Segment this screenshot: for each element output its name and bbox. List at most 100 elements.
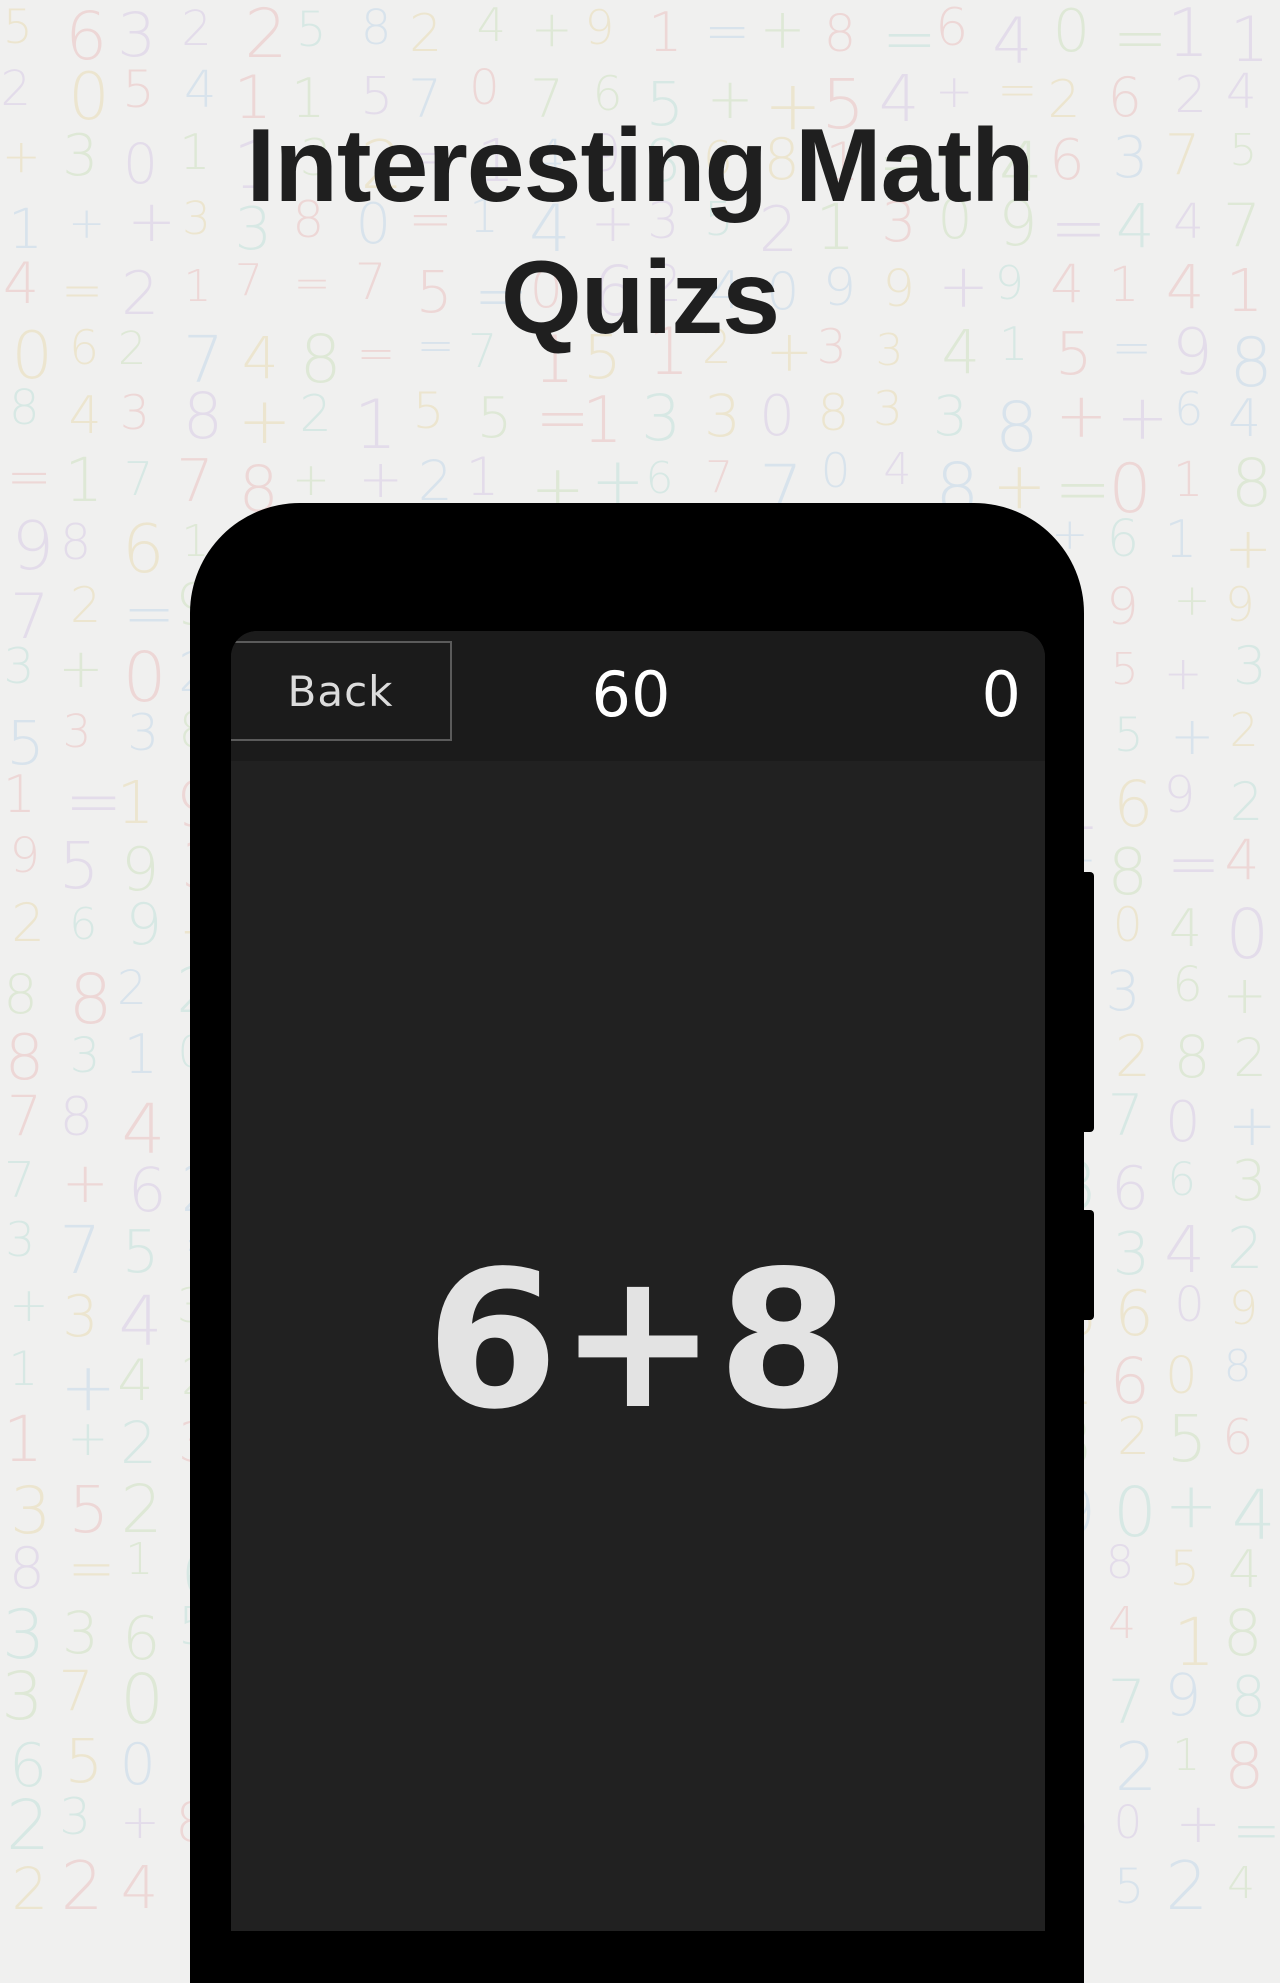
background-digit: 8: [59, 1087, 94, 1149]
background-digit: 2: [1229, 703, 1259, 758]
background-digit: 5: [412, 381, 445, 440]
background-digit: 9: [121, 834, 160, 905]
background-digit: 1: [64, 444, 104, 516]
background-digit: 2: [1114, 1023, 1151, 1090]
background-digit: 5: [1113, 1858, 1145, 1915]
background-digit: 6: [1172, 957, 1203, 1014]
background-digit: 6: [1110, 1153, 1150, 1224]
background-digit: 8: [1107, 836, 1149, 911]
background-digit: 9: [1224, 577, 1255, 633]
background-digit: 3: [1, 1658, 44, 1736]
background-digit: 4: [1227, 389, 1262, 450]
background-digit: 3: [873, 382, 903, 438]
background-digit: +: [237, 384, 292, 459]
background-digit: 4: [1164, 1213, 1205, 1288]
phone-volume-button: [1084, 872, 1094, 1132]
background-digit: +: [358, 448, 403, 510]
background-digit: =: [6, 445, 52, 509]
background-digit: 9: [11, 506, 55, 585]
background-digit: +: [58, 636, 104, 700]
background-digit: 1: [582, 383, 623, 458]
background-digit: 3: [1231, 1148, 1267, 1214]
background-digit: 0: [120, 1660, 164, 1741]
background-digit: 2: [181, 0, 212, 57]
background-digit: 2: [11, 893, 45, 955]
background-digit: =: [123, 576, 176, 650]
background-digit: +: [1222, 964, 1267, 1026]
background-digit: 8: [1173, 1023, 1211, 1092]
background-digit: 3: [117, 0, 157, 71]
background-digit: +: [120, 1795, 160, 1851]
background-digit: 3: [69, 1028, 101, 1085]
background-digit: 9: [1164, 1660, 1202, 1729]
background-digit: 3: [704, 381, 741, 450]
background-digit: 8: [1105, 1536, 1135, 1590]
background-digit: +: [61, 1151, 109, 1217]
phone-power-button: [1084, 1210, 1094, 1320]
background-digit: 8: [3, 963, 38, 1027]
background-digit: 5: [1169, 1541, 1200, 1598]
background-digit: +: [1164, 1468, 1218, 1542]
background-digit: 1: [1164, 509, 1198, 570]
background-digit: 2: [6, 1786, 51, 1867]
background-digit: =: [1232, 1796, 1280, 1865]
background-digit: 4: [1108, 1597, 1137, 1649]
background-digit: 8: [68, 959, 113, 1040]
background-digit: +: [1163, 645, 1203, 700]
background-digit: 8: [59, 513, 92, 571]
background-digit: 1: [2, 765, 36, 826]
promo-headline: Interesting Math Quizs: [0, 100, 1280, 364]
background-digit: 7: [123, 452, 154, 507]
background-digit: +: [292, 453, 330, 507]
background-digit: 9: [584, 0, 615, 56]
background-digit: 2: [244, 0, 288, 75]
background-digit: 6: [121, 509, 165, 588]
background-digit: 5: [64, 1726, 104, 1798]
background-digit: 2: [417, 449, 453, 514]
background-digit: 0: [1174, 1277, 1205, 1334]
background-digit: +: [1173, 575, 1211, 627]
background-digit: 3: [59, 1788, 92, 1847]
background-digit: 8: [9, 380, 40, 437]
background-digit: 1: [648, 1, 683, 65]
background-digit: 3: [61, 1599, 99, 1668]
background-digit: 0: [1052, 0, 1091, 65]
background-digit: 3: [1112, 1219, 1151, 1289]
background-digit: +: [9, 1277, 49, 1333]
background-digit: 8: [360, 0, 392, 57]
background-digit: 0: [1164, 1090, 1201, 1156]
background-digit: +: [759, 0, 806, 62]
background-digit: 2: [1114, 1728, 1158, 1807]
background-digit: 3: [1105, 959, 1141, 1024]
background-digit: 5: [476, 386, 513, 452]
background-digit: 6: [1109, 1344, 1150, 1418]
background-digit: 9: [1106, 578, 1139, 638]
background-digit: +: [1116, 381, 1169, 455]
background-digit: 2: [11, 1855, 49, 1920]
background-digit: 6: [1114, 1276, 1154, 1350]
background-digit: 2: [409, 3, 443, 64]
background-digit: 6: [1222, 1409, 1254, 1467]
background-digit: =: [1166, 827, 1221, 902]
background-digit: 3: [641, 382, 682, 456]
background-digit: 8: [4, 1020, 45, 1094]
background-digit: +: [1227, 1090, 1277, 1159]
background-digit: 2: [120, 1409, 158, 1478]
background-digit: 7: [6, 1083, 42, 1148]
background-digit: 1: [1172, 451, 1204, 508]
background-digit: 4: [1168, 898, 1202, 959]
background-digit: 3: [119, 386, 150, 442]
background-digit: 1: [3, 1403, 44, 1477]
background-digit: 4: [1228, 1539, 1262, 1600]
back-button[interactable]: Back: [231, 641, 452, 741]
background-digit: 3: [5, 1213, 36, 1269]
background-digit: =: [704, 0, 751, 64]
background-digit: 0: [1112, 898, 1143, 954]
question-expression: 6+8: [426, 1230, 850, 1451]
background-digit: 6: [1174, 382, 1204, 437]
background-digit: 2: [1227, 1216, 1264, 1283]
background-digit: 5: [295, 1, 327, 58]
background-digit: 8: [823, 4, 857, 64]
background-digit: 4: [883, 444, 912, 496]
background-digit: 1: [8, 1342, 39, 1398]
